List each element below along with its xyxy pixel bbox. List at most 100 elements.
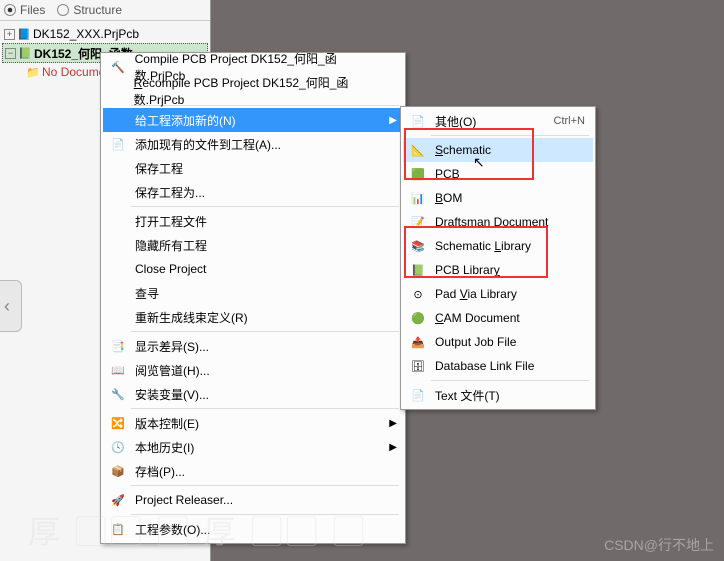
pcb-icon: 🟩: [407, 167, 429, 181]
archive-icon: 📦: [107, 464, 129, 478]
menu-archive[interactable]: 📦 存档(P)...: [103, 459, 403, 483]
files-label: Files: [20, 3, 45, 17]
read-icon: 📖: [107, 363, 129, 377]
close-label: Close Project: [135, 262, 206, 276]
outjob-icon: 📤: [407, 335, 429, 349]
compile-icon: 🔨: [107, 60, 129, 74]
menu-find[interactable]: 查寻: [103, 281, 403, 305]
proj1-label: DK152_XXX.PrjPcb: [33, 27, 139, 41]
menu-vars[interactable]: 🔧安装变量(V)...: [103, 382, 403, 406]
structure-label: Structure: [73, 3, 122, 17]
text-icon: 📄: [407, 388, 429, 402]
text-label: Text 文件(T): [435, 387, 500, 404]
cam-icon: 🟢: [407, 311, 429, 325]
bom-icon: 📊: [407, 191, 429, 205]
submenu-pcb[interactable]: 🟩PCB: [403, 162, 593, 186]
saveas-label: 保存工程为...: [135, 184, 205, 201]
submenu-padvia[interactable]: ⊙ Pad Via Library: [403, 282, 593, 306]
menu-read[interactable]: 📖 阅览管道(H)...: [103, 358, 403, 382]
menu-saveas[interactable]: 保存工程为...: [103, 180, 403, 204]
menu-open[interactable]: 打开工程文件: [103, 209, 403, 233]
menu-history[interactable]: 🕓本地历史(I)▶: [103, 435, 403, 459]
separator: [131, 408, 399, 409]
tree-item-proj1[interactable]: + 📘 DK152_XXX.PrjPcb: [2, 25, 208, 43]
diff-icon: 📑: [107, 339, 129, 353]
blank-icon: [107, 161, 129, 175]
blank-icon: [107, 262, 129, 276]
collapse-icon[interactable]: −: [5, 48, 16, 59]
draftsman-icon: 📝: [407, 215, 429, 229]
recompile-label: Recompile PCB Project DK152_何阳_函数.PrjPcb: [134, 74, 383, 108]
separator: [131, 485, 399, 486]
blank-icon: [107, 286, 129, 300]
doc-icon: 📄: [407, 114, 429, 128]
background-text: 厚 ▢▢ ▢ 厚 ▢▢ ▢: [28, 507, 367, 553]
schematic-icon: 📐: [407, 143, 429, 157]
panel-collapse-chevron[interactable]: ‹: [0, 280, 22, 332]
outjob-label: Output Job File: [435, 335, 516, 349]
blank-icon: [107, 310, 129, 324]
schlib-icon: 📚: [407, 239, 429, 253]
project-icon: 📗: [18, 46, 32, 60]
blank-icon: [107, 84, 128, 98]
submenu-arrow-icon: ▶: [389, 115, 397, 126]
submenu-add-new: 📄其他(O)Ctrl+N 📐Schematic 🟩PCB 📊BOM 📝Draft…: [400, 106, 596, 410]
context-menu: 🔨Compile PCB Project DK152_何阳_函数.PrjPcb …: [100, 52, 406, 544]
padvia-label: Pad Via Library: [435, 287, 517, 301]
vcs-icon: 🔀: [107, 416, 129, 430]
submenu-cam[interactable]: 🟢 CAM Document: [403, 306, 593, 330]
submenu-other[interactable]: 📄其他(O)Ctrl+N: [403, 109, 593, 133]
menu-save[interactable]: 保存工程: [103, 156, 403, 180]
vcs-label: 版本控制(E): [135, 415, 199, 432]
vars-label: 安装变量(V)...: [135, 386, 209, 403]
addnew-label: 给工程添加新的(N): [135, 112, 236, 129]
find-label: 查寻: [135, 285, 159, 302]
schlib-label: Schematic Library: [435, 239, 531, 253]
other-label: 其他(O): [435, 113, 476, 130]
submenu-text[interactable]: 📄 Text 文件(T): [403, 383, 593, 407]
regen-label: 重新生成线束定义(R): [135, 309, 248, 326]
structure-radio[interactable]: [57, 4, 69, 16]
draftsman-label: Draftsman Document: [435, 215, 548, 229]
diff-label: 显示差异(S)...: [135, 338, 209, 355]
addexist-label: 添加现有的文件到工程(A)...: [135, 136, 281, 153]
files-radio[interactable]: [4, 4, 16, 16]
cam-label: CAM Document: [435, 311, 520, 325]
hide-label: 隐藏所有工程: [135, 237, 207, 254]
submenu-pcblib[interactable]: 📗 PCB Library: [403, 258, 593, 282]
watermark: CSDN@行不地上: [604, 535, 714, 555]
pcblib-label: PCB Library: [435, 263, 500, 277]
submenu-bom[interactable]: 📊 BOM: [403, 186, 593, 210]
submenu-outjob[interactable]: 📤 Output Job File: [403, 330, 593, 354]
submenu-schlib[interactable]: 📚 Schematic Library: [403, 234, 593, 258]
releaser-icon: 🚀: [107, 493, 129, 507]
menu-close[interactable]: Close Project: [103, 257, 403, 281]
bom-label: BOM: [435, 191, 462, 205]
folder-icon: 📁: [26, 65, 40, 79]
padvia-icon: ⊙: [407, 287, 429, 301]
submenu-schematic[interactable]: 📐Schematic: [403, 138, 593, 162]
submenu-arrow-icon: ▶: [389, 418, 397, 429]
menu-recompile[interactable]: Recompile PCB Project DK152_何阳_函数.PrjPcb: [103, 79, 403, 103]
menu-diff[interactable]: 📑 显示差异(S)...: [103, 334, 403, 358]
add-icon: 📄: [107, 137, 129, 151]
submenu-draftsman[interactable]: 📝 Draftsman Document: [403, 210, 593, 234]
read-label: 阅览管道(H)...: [135, 362, 210, 379]
submenu-dblink[interactable]: 🗄Database Link File: [403, 354, 593, 378]
separator: [431, 380, 589, 381]
blank-icon: [107, 214, 129, 228]
submenu-arrow-icon: ▶: [389, 442, 397, 453]
menu-vcs[interactable]: 🔀 版本控制(E) ▶: [103, 411, 403, 435]
expand-icon[interactable]: +: [4, 29, 15, 40]
blank-icon: [107, 238, 129, 252]
save-label: 保存工程: [135, 160, 183, 177]
open-label: 打开工程文件: [135, 213, 207, 230]
menu-add-new[interactable]: 给工程添加新的(N) ▶: [103, 108, 403, 132]
menu-hide[interactable]: 隐藏所有工程: [103, 233, 403, 257]
menu-add-existing[interactable]: 📄 添加现有的文件到工程(A)...: [103, 132, 403, 156]
pcblib-icon: 📗: [407, 263, 429, 277]
archive-label: 存档(P)...: [135, 463, 185, 480]
menu-regen[interactable]: 重新生成线束定义(R): [103, 305, 403, 329]
separator: [131, 331, 399, 332]
releaser-label: Project Releaser...: [135, 493, 233, 507]
